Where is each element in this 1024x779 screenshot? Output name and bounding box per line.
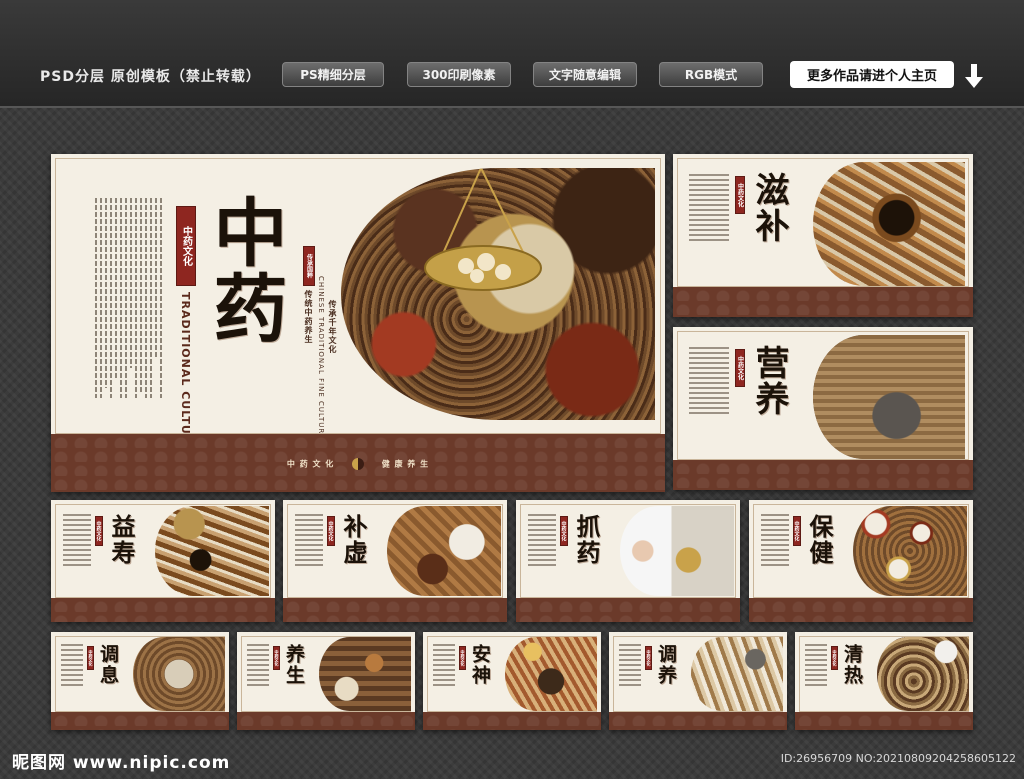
top-banner: PSD分层 原创模板（禁止转载） PS精细分层 300印刷像素 文字随意编辑 R… — [0, 0, 1024, 108]
panel-zibu-text — [689, 174, 729, 244]
panel-buxu-photo — [387, 506, 501, 596]
panel-zhuayao-tag: 中药文化 — [560, 516, 568, 546]
panel-zhuayao-text — [528, 514, 556, 569]
panel-qingre-footer — [795, 712, 973, 730]
main-poster: 中药文化 TRADITIONAL CULTURE 中药 传承国粹 CHINESE… — [51, 154, 665, 492]
panel-yishou-photo — [155, 506, 269, 596]
main-title: 中药 — [201, 194, 287, 346]
down-arrow-icon — [965, 64, 983, 88]
panel-yingyang-tag: 中药文化 — [735, 349, 745, 387]
panel-zibu: 中药文化 滋补 — [673, 154, 973, 317]
panel-tiaoyang-title: 调养 — [655, 644, 677, 686]
panel-baojian-text — [761, 514, 789, 569]
panel-yangsheng-photo — [319, 637, 411, 711]
panel-buxu-tag: 中药文化 — [327, 516, 335, 546]
panel-tiaoyang-footer — [609, 712, 787, 730]
panel-yingyang-text — [689, 347, 729, 417]
more-works-link[interactable]: 更多作品请进个人主页 — [790, 61, 954, 88]
panel-buxu-footer — [283, 598, 507, 622]
panel-zibu-photo — [813, 162, 965, 286]
panel-zhuayao: 中药文化 抓药 — [516, 500, 740, 622]
pill-resolution: 300印刷像素 — [407, 62, 511, 87]
body-text-columns — [95, 198, 165, 398]
site-logo: 昵图网 www.nipic.com — [12, 753, 231, 773]
pill-layers: PS精细分层 — [282, 62, 384, 87]
panel-zibu-title: 滋补 — [749, 172, 789, 244]
panel-anshen-text — [433, 644, 455, 689]
panel-baojian-tag: 中药文化 — [793, 516, 801, 546]
slogan-left: 传统中药养生 — [304, 290, 313, 344]
slogan-en: CHINESE TRADITIONAL FINE CULTURE — [317, 276, 325, 440]
pill-editable-text: 文字随意编辑 — [533, 62, 637, 87]
panel-yishou: 中药文化 益寿 — [51, 500, 275, 622]
panel-baojian: 中药文化 保健 — [749, 500, 973, 622]
panel-yangsheng-footer — [237, 712, 415, 730]
template-title: PSD分层 原创模板（禁止转载） — [40, 69, 261, 85]
panel-buxu: 中药文化 补虚 — [283, 500, 507, 622]
panel-tiaoxi-title: 调息 — [97, 644, 119, 686]
panel-tiaoxi-tag: 中药文化 — [87, 646, 94, 670]
seal-stamp: 传承国粹 — [303, 246, 315, 286]
panel-yangsheng-text — [247, 644, 269, 689]
panel-yingyang-photo — [813, 335, 965, 459]
pill-rgb: RGB模式 — [659, 62, 763, 87]
panel-tiaoyang-photo — [691, 637, 783, 711]
panel-zhuayao-title: 抓药 — [572, 514, 601, 566]
panel-yingyang: 中药文化 营养 — [673, 327, 973, 490]
panel-yangsheng-title: 养生 — [283, 644, 305, 686]
panel-anshen-footer — [423, 712, 601, 730]
panel-tiaoxi: 中药文化 调息 — [51, 632, 229, 730]
footer-text-right: 健 康 养 生 — [381, 459, 430, 469]
panel-tiaoxi-footer — [51, 712, 229, 730]
panel-yangsheng-tag: 中药文化 — [273, 646, 280, 670]
panel-buxu-title: 补虚 — [339, 514, 368, 566]
panel-yingyang-footer — [673, 460, 973, 490]
panel-baojian-photo — [853, 506, 967, 596]
panel-anshen-photo — [505, 637, 597, 711]
scale-icon — [424, 168, 542, 291]
footer-text-left: 中 药 文 化 — [286, 459, 335, 469]
panel-qingre: 中药文化 清热 — [795, 632, 973, 730]
panel-qingre-title: 清热 — [841, 644, 863, 686]
panel-anshen-tag: 中药文化 — [459, 646, 466, 670]
panel-buxu-text — [295, 514, 323, 569]
panel-tiaoyang: 中药文化 调养 — [609, 632, 787, 730]
slogan-right: 传承千年文化 — [328, 300, 337, 354]
panel-zibu-tag: 中药文化 — [735, 176, 745, 214]
panel-yishou-tag: 中药文化 — [95, 516, 103, 546]
panel-tiaoxi-photo — [133, 637, 225, 711]
panel-anshen-title: 安神 — [469, 644, 491, 686]
panel-yangsheng: 中药文化 养生 — [237, 632, 415, 730]
culture-tag: 中药文化 — [176, 206, 196, 286]
panel-baojian-footer — [749, 598, 973, 622]
watermark-footer: 昵图网 www.nipic.com ID:26956709 NO:2021080… — [0, 742, 1024, 779]
panel-zibu-footer — [673, 287, 973, 317]
panel-zhuayao-footer — [516, 598, 740, 622]
culture-tag-en: TRADITIONAL CULTURE — [179, 292, 192, 453]
image-id: ID:26956709 NO:20210809204258605122 — [780, 752, 1016, 765]
panel-baojian-title: 保健 — [805, 514, 834, 566]
panel-yingyang-title: 营养 — [749, 345, 789, 417]
herbs-photo — [341, 168, 655, 420]
taiji-icon — [352, 458, 364, 470]
panel-yishou-title: 益寿 — [107, 514, 136, 566]
panel-zhuayao-photo — [620, 506, 734, 596]
panel-qingre-tag: 中药文化 — [831, 646, 838, 670]
panel-yishou-text — [63, 514, 91, 569]
panel-qingre-photo — [877, 637, 969, 711]
panel-anshen: 中药文化 安神 — [423, 632, 601, 730]
panel-tiaoyang-text — [619, 644, 641, 689]
panel-tiaoyang-tag: 中药文化 — [645, 646, 652, 670]
panel-tiaoxi-text — [61, 644, 83, 689]
panel-qingre-text — [805, 644, 827, 689]
panel-yishou-footer — [51, 598, 275, 622]
main-footer-band: 中 药 文 化 健 康 养 生 — [51, 434, 665, 492]
